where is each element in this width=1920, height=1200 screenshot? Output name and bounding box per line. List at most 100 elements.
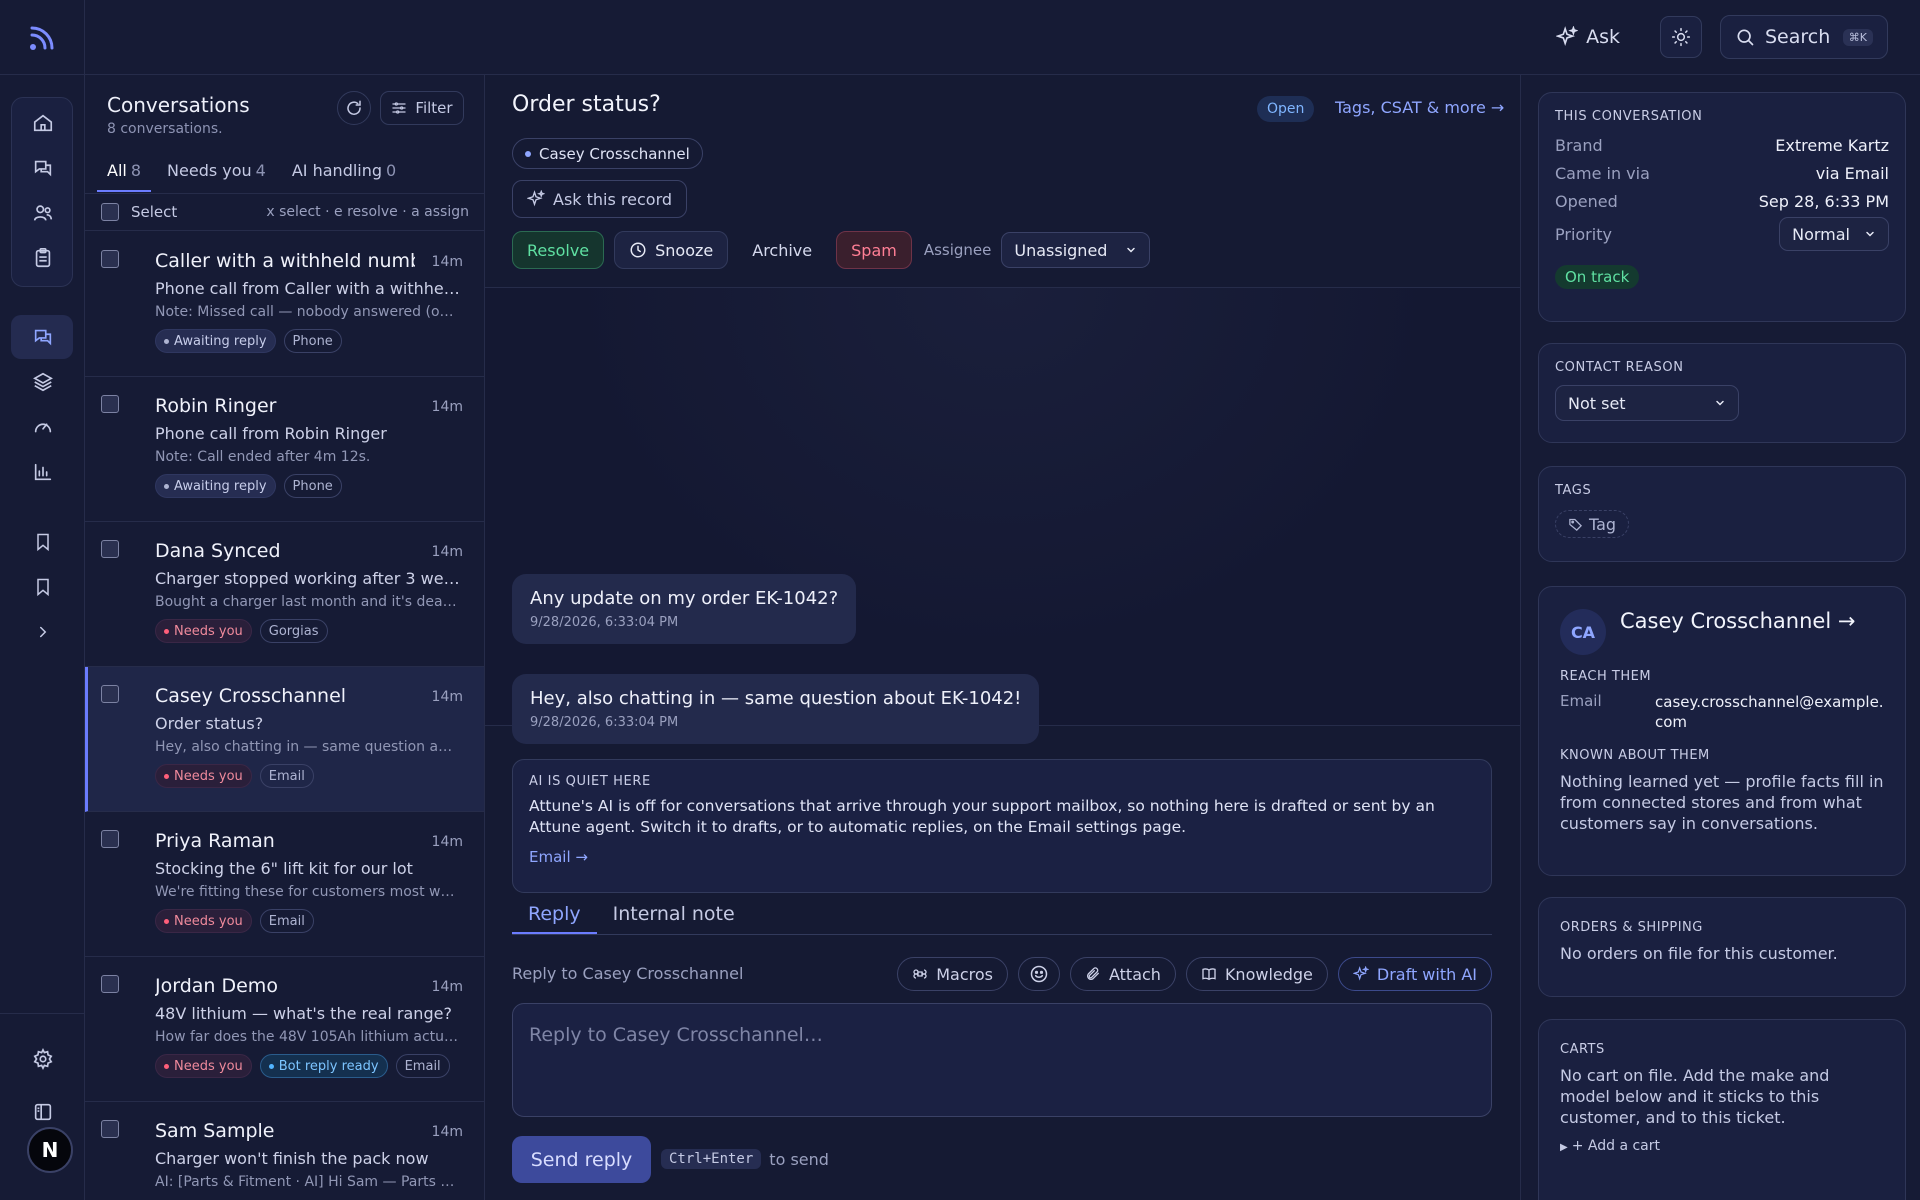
customer-card: CA Casey Crosschannel → REACH THEM Email… (1538, 586, 1906, 876)
select-all-checkbox[interactable] (101, 203, 119, 221)
channel-badge: Email (259, 764, 314, 788)
tab-ai-handling[interactable]: AI handling 0 (282, 161, 406, 192)
draft-with-ai-button[interactable]: Draft with AI (1337, 957, 1492, 991)
brand-row: Brand Extreme Kartz (1555, 136, 1889, 155)
thread-title: Order status? (512, 92, 661, 117)
conversation-time: 14m (431, 834, 463, 850)
logo-icon (30, 26, 54, 50)
nav-contacts[interactable] (0, 191, 85, 235)
filter-label: Filter (415, 99, 453, 117)
conversation-subject: Charger won't finish the pack now (155, 1149, 429, 1168)
conversation-row[interactable]: Caller with a withheld number 14m Phone … (85, 232, 484, 377)
nav-conversations[interactable] (0, 315, 85, 359)
refresh-icon (347, 100, 361, 115)
nav-expand[interactable] (0, 610, 85, 654)
conversation-thread: Order status? Open Tags, CSAT & more → C… (485, 75, 1520, 1200)
macros-label: Macros (936, 964, 993, 984)
message-time: 9/28/2026, 6:33:04 PM (530, 715, 679, 730)
nav-settings[interactable] (0, 1037, 85, 1081)
nav-saved-1[interactable] (0, 520, 85, 564)
search-label: Search (1765, 26, 1831, 48)
conversation-row[interactable]: Priya Raman 14m Stocking the 6" lift kit… (85, 812, 484, 957)
message-list: Any update on my order EK-1042? 9/28/202… (485, 288, 1520, 744)
thread-actions: Resolve Snooze Archive Spam Assignee Una… (512, 231, 1151, 269)
global-search-button[interactable]: Search ⌘K (1720, 15, 1888, 59)
resolve-button[interactable]: Resolve (512, 231, 605, 269)
channel-badge: Gorgias (259, 619, 328, 643)
status-badge: Open (1257, 96, 1315, 122)
tab-internal-note[interactable]: Internal note (597, 895, 751, 934)
row-checkbox[interactable] (101, 395, 119, 413)
sparkle-icon (1352, 966, 1369, 981)
customer-name-link[interactable]: Casey Crosschannel → (1620, 609, 1855, 633)
row-checkbox[interactable] (101, 540, 119, 558)
chevron-down-icon (1866, 231, 1874, 237)
priority-select[interactable]: Normal (1779, 217, 1889, 251)
user-avatar[interactable]: N (27, 1127, 73, 1173)
email-settings-link[interactable]: Email → (529, 848, 1475, 866)
nav-reports[interactable] (0, 450, 85, 494)
carts-heading: CARTS (1560, 1042, 1605, 1057)
snooze-button[interactable]: Snooze (614, 231, 729, 269)
contact-chip[interactable]: Casey Crosschannel (512, 138, 703, 169)
conversation-row[interactable]: Dana Synced 14m Charger stopped working … (85, 522, 484, 667)
archive-button[interactable]: Archive (738, 231, 826, 269)
assignee-select[interactable]: Unassigned (1001, 232, 1151, 268)
book-icon (1202, 968, 1216, 981)
conversation-row[interactable]: Jordan Demo 14m 48V lithium — what's the… (85, 957, 484, 1102)
app-logo[interactable] (0, 0, 85, 75)
customer-email[interactable]: casey.crosschannel@example.com (1655, 692, 1884, 732)
contact-reason-heading: CONTACT REASON (1555, 360, 1684, 375)
row-checkbox[interactable] (101, 975, 119, 993)
nav-saved-2[interactable] (0, 565, 85, 609)
conversation-row[interactable]: Sam Sample 14m Charger won't finish the … (85, 1102, 484, 1200)
sparkle-icon (1556, 26, 1579, 47)
brand-value: Extreme Kartz (1775, 136, 1889, 155)
tags-csat-link[interactable]: Tags, CSAT & more → (1335, 98, 1504, 117)
theme-toggle-button[interactable] (1660, 16, 1702, 58)
ask-this-record-button[interactable]: Ask this record (512, 180, 688, 218)
add-cart-button[interactable]: ▶ + Add a cart (1560, 1138, 1884, 1154)
nav-home[interactable] (0, 101, 85, 145)
tab-needs-you[interactable]: Needs you 4 (157, 161, 276, 192)
row-checkbox[interactable] (101, 250, 119, 268)
gear-icon (33, 1048, 52, 1070)
conversation-preview: Hey, also chatting in — same question ab… (155, 739, 460, 755)
contact-reason-select[interactable]: Not set (1555, 385, 1739, 421)
add-tag-button[interactable]: Tag (1555, 510, 1630, 538)
conversation-preview: How far does the 48V 105Ah lithium actua… (155, 1029, 460, 1045)
nav-performance[interactable] (0, 405, 85, 449)
knowledge-button[interactable]: Knowledge (1185, 957, 1328, 991)
attach-button[interactable]: Attach (1069, 957, 1176, 991)
tab-all-count: 8 (130, 161, 142, 180)
row-checkbox[interactable] (101, 830, 119, 848)
assignee-label: Assignee (923, 241, 992, 259)
conversation-badges: Awaiting reply Phone (155, 329, 342, 353)
message-bubble: Hey, also chatting in — same question ab… (512, 674, 1040, 744)
nav-inbox[interactable] (0, 146, 85, 190)
macros-button[interactable]: Macros (897, 957, 1008, 991)
conversation-row-selected[interactable]: Casey Crosschannel 14m Order status? Hey… (85, 667, 484, 812)
ask-button[interactable]: Ask (1556, 26, 1620, 48)
conversation-badges: Needs you Email (155, 764, 314, 788)
emoji-button[interactable] (1017, 957, 1060, 991)
filter-button[interactable]: Filter (380, 91, 464, 125)
tab-all[interactable]: All 8 (97, 161, 152, 192)
row-checkbox[interactable] (101, 1120, 119, 1138)
conversation-row[interactable]: Robin Ringer 14m Phone call from Robin R… (85, 377, 484, 522)
nav-knowledge[interactable] (0, 360, 85, 404)
status-badge: Needs you (155, 764, 252, 788)
conversation-time: 14m (431, 979, 463, 995)
send-shortcut: Ctrl+Enter (661, 1149, 762, 1169)
tab-reply[interactable]: Reply (512, 895, 597, 934)
nav-tasks[interactable] (0, 236, 85, 280)
send-reply-button[interactable]: Send reply (512, 1136, 651, 1183)
ask-record-label: Ask this record (553, 189, 673, 209)
spam-button[interactable]: Spam (836, 231, 912, 269)
conversation-time: 14m (431, 399, 463, 415)
conversation-name: Sam Sample (155, 1120, 275, 1142)
refresh-button[interactable] (337, 91, 371, 125)
chat-icon (34, 329, 51, 346)
reply-textarea[interactable]: Reply to Casey Crosschannel… (512, 1003, 1492, 1117)
row-checkbox[interactable] (101, 685, 119, 703)
